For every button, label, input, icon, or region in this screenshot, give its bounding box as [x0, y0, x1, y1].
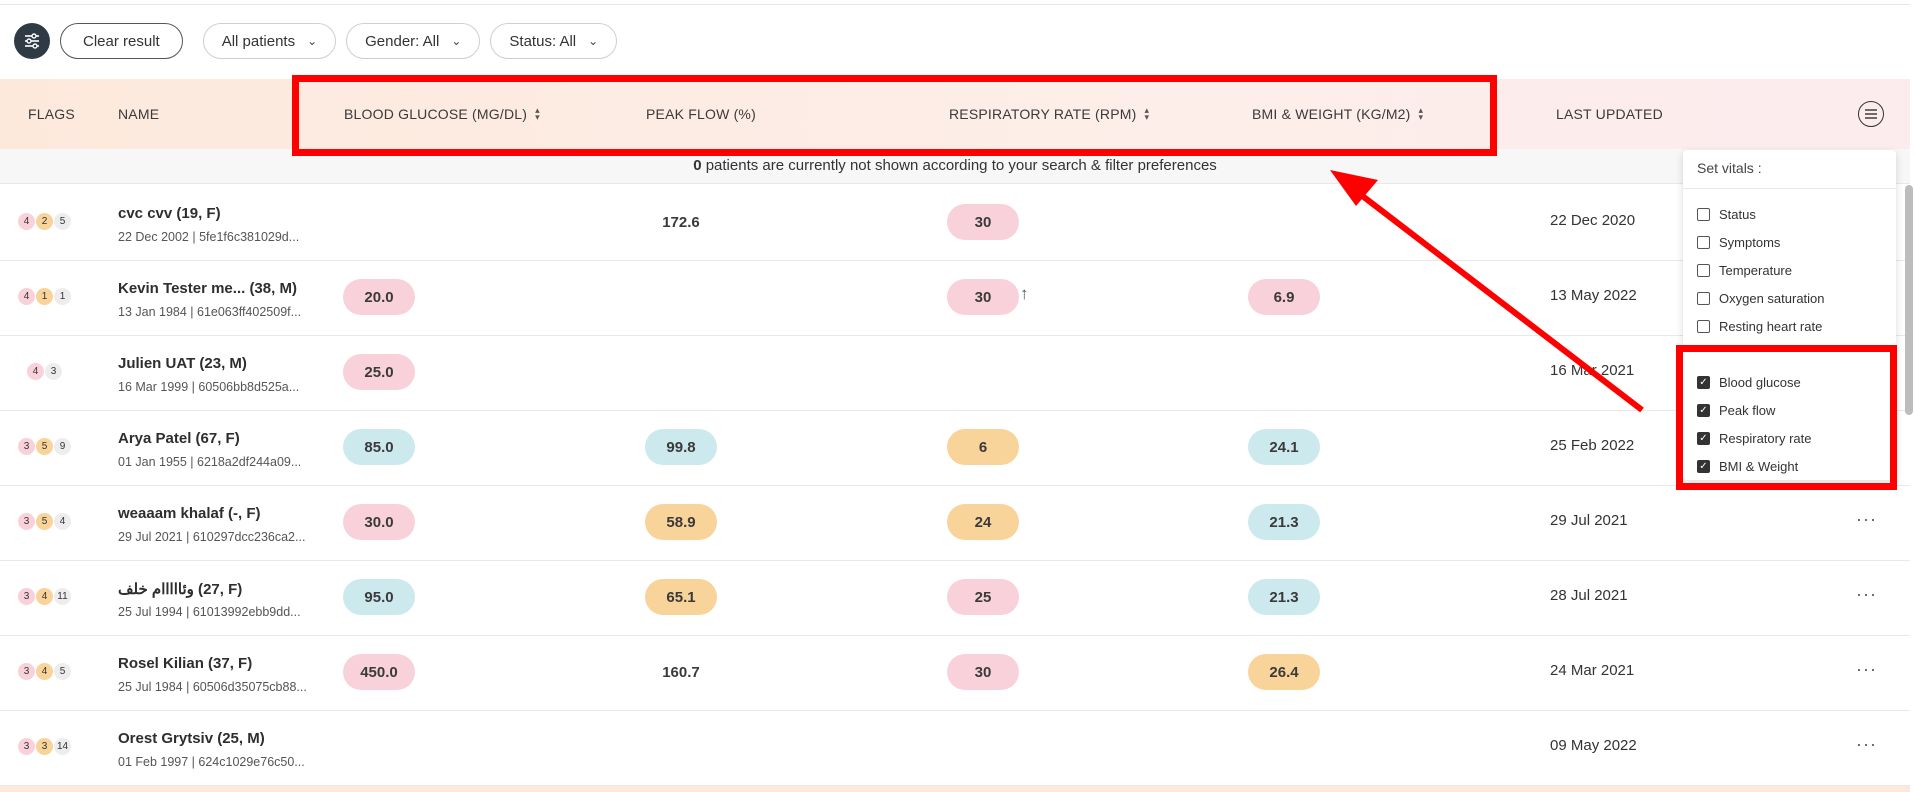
annotation-arrow	[1330, 170, 1644, 413]
